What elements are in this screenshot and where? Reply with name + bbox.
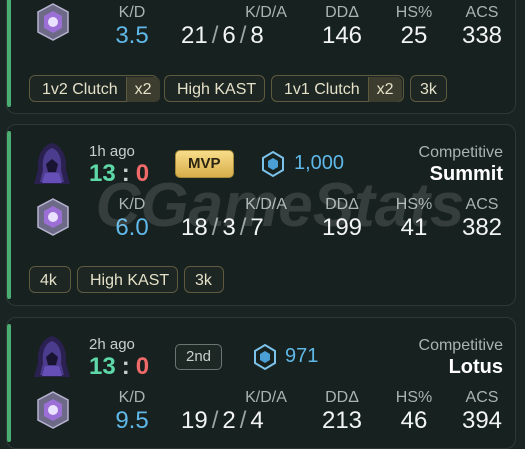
- kd-label: K/D: [118, 4, 146, 21]
- rank-rating: 1,000: [294, 152, 345, 174]
- tag-3k: 3k: [184, 266, 224, 293]
- deaths: 6: [222, 22, 236, 49]
- match-card-1[interactable]: K/D 3.5 K/D/A 21/6/8 DDΔ 146 HS% 25 ACS …: [6, 0, 516, 114]
- acs-label: ACS: [465, 196, 499, 213]
- tag-high-kast: High KAST: [164, 75, 265, 102]
- dda-label: DDΔ: [325, 389, 359, 406]
- kills: 18: [181, 214, 208, 241]
- acs-label: ACS: [465, 389, 499, 406]
- match-card-2[interactable]: 1h ago 13:0 MVP 1,000 Competitive Summit…: [6, 124, 516, 306]
- tag-clutch-1v1: 1v1 Clutch x2: [271, 75, 404, 102]
- hs-value: 25: [400, 22, 428, 49]
- assists: 7: [250, 214, 264, 241]
- radiant-rank-icon: [254, 343, 276, 371]
- tag-multiplier: x2: [367, 77, 402, 102]
- map-name: Lotus: [448, 356, 503, 378]
- hs-label: HS%: [395, 389, 433, 406]
- hs-label: HS%: [395, 4, 433, 21]
- kda-label: K/D/A: [245, 196, 287, 213]
- acs-value: 394: [461, 407, 503, 434]
- placement-badge: 2nd: [175, 344, 223, 370]
- game-mode: Competitive: [418, 337, 503, 354]
- hooded-agent-icon: [34, 336, 70, 377]
- rank-icon: [37, 391, 69, 429]
- acs-value: 338: [461, 22, 503, 49]
- kd-value: 3.5: [115, 22, 149, 49]
- dda-value: 146: [321, 22, 363, 49]
- win-indicator: [7, 0, 11, 107]
- match-time: 1h ago: [89, 143, 135, 160]
- kills: 19: [181, 407, 208, 434]
- radiant-rank-icon: [262, 150, 284, 178]
- game-mode: Competitive: [418, 144, 503, 161]
- tag-clutch-1v2: 1v2 Clutch x2: [29, 75, 160, 102]
- kda-label: K/D/A: [245, 4, 287, 21]
- match-score: 13:0: [89, 353, 150, 380]
- kd-value: 6.0: [115, 214, 149, 241]
- kda-value: 19/2/4: [181, 407, 264, 434]
- kda-value: 21/6/8: [181, 22, 264, 49]
- win-indicator: [7, 131, 11, 299]
- deaths: 2: [222, 407, 236, 434]
- rank-icon: [37, 198, 69, 236]
- tag-3k: 3k: [410, 75, 447, 102]
- hooded-agent-icon: [34, 143, 70, 184]
- hs-label: HS%: [395, 196, 433, 213]
- score-won: 13: [89, 353, 116, 380]
- rank-rating: 971: [285, 345, 319, 367]
- acs-label: ACS: [465, 4, 499, 21]
- score-lost: 0: [135, 160, 150, 187]
- dda-value: 199: [321, 214, 363, 241]
- dda-value: 213: [321, 407, 363, 434]
- dda-label: DDΔ: [325, 196, 359, 213]
- dda-label: DDΔ: [325, 4, 359, 21]
- tag-multiplier: x2: [125, 77, 160, 102]
- rank-icon: [37, 3, 69, 41]
- kda-value: 18/3/7: [181, 214, 264, 241]
- hs-value: 46: [400, 407, 428, 434]
- assists: 4: [250, 407, 264, 434]
- assists: 8: [250, 22, 264, 49]
- score-lost: 0: [135, 353, 150, 380]
- kills: 21: [181, 22, 208, 49]
- score-won: 13: [89, 160, 116, 187]
- map-name: Summit: [429, 163, 503, 185]
- tag-high-kast: High KAST: [77, 266, 178, 293]
- match-score: 13:0: [89, 160, 150, 187]
- hs-value: 41: [400, 214, 428, 241]
- acs-value: 382: [461, 214, 503, 241]
- match-time: 2h ago: [89, 336, 135, 353]
- kd-value: 9.5: [115, 407, 149, 434]
- kd-label: K/D: [118, 389, 146, 406]
- deaths: 3: [222, 214, 236, 241]
- match-card-3[interactable]: 2h ago 13:0 2nd 971 Competitive Lotus K/…: [6, 317, 516, 449]
- mvp-badge: MVP: [175, 150, 234, 178]
- tag-4k: 4k: [29, 266, 71, 293]
- kd-label: K/D: [118, 196, 146, 213]
- win-indicator: [7, 324, 11, 442]
- kda-label: K/D/A: [245, 389, 287, 406]
